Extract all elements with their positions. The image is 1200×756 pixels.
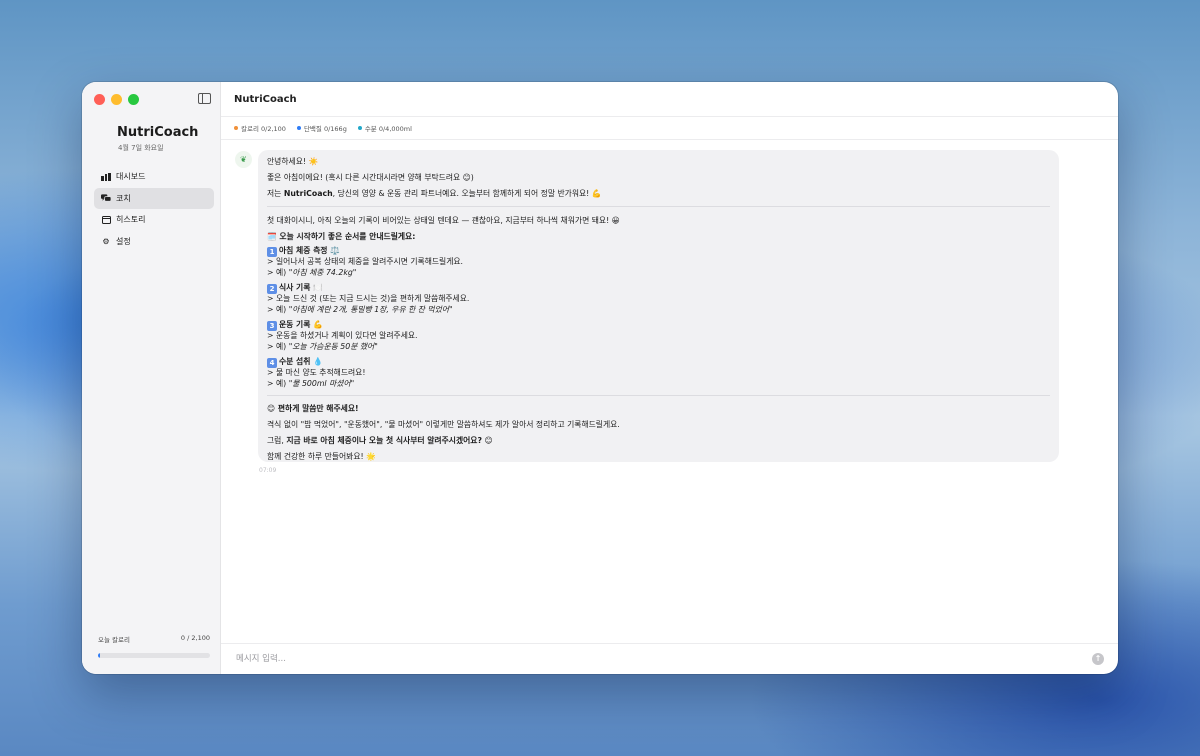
text-span: 저는 — [267, 189, 284, 198]
step-number-badge: 3 — [267, 321, 277, 331]
zoom-window-button[interactable] — [128, 94, 139, 105]
text-span: > 예) — [267, 267, 289, 277]
main-panel: NutriCoach 칼로리 0/2,100 단백질 0/166g 수분 0/4… — [221, 82, 1118, 674]
message-greeting: 안녕하세요! ☀️ — [267, 157, 319, 166]
message-composer: ↑ — [221, 643, 1118, 674]
text-span: > 예) — [267, 341, 289, 351]
step-example-text: "오늘 가슴운동 50분 했어" — [288, 341, 378, 351]
text-span: > 예) — [267, 378, 289, 388]
step-number-badge: 2 — [267, 284, 277, 294]
step-example: > 예) "물 500ml 마셨어" — [267, 379, 1050, 390]
step-title: 3 운동 기록 💪 — [267, 320, 1050, 331]
chat-bubbles-icon — [101, 193, 111, 203]
calorie-progress-bar — [98, 653, 210, 658]
window-controls — [94, 94, 139, 105]
stat-label: 수분 0/4,000ml — [364, 125, 412, 133]
minimize-window-button[interactable] — [111, 94, 122, 105]
calorie-summary-value: 0 / 2,100 — [180, 634, 210, 642]
sidebar-item-coach[interactable]: 코치 — [94, 187, 214, 209]
step-number-badge: 1 — [267, 247, 277, 257]
tip-body: 격식 없이 "밥 먹었어", "운동했어", "물 마셨어" 이렇게만 말씀하셔… — [267, 420, 620, 429]
status-dot — [357, 126, 362, 130]
page-title: NutriCoach — [221, 82, 1118, 117]
step-item: 1 아침 체중 측정 ⚖️ > 일어나서 공복 상태의 체중을 알려주시면 기록해… — [267, 246, 1050, 278]
sidebar-item-label: 대시보드 — [116, 172, 146, 181]
stat-protein: 단백질 0/166g — [296, 123, 347, 133]
step-title-text: 식사 기록 🍽️ — [279, 283, 323, 292]
call-to-action: 그럼, 지금 바로 아침 체중이나 오늘 첫 식사부터 알려주시겠어요? 😊 — [267, 433, 1050, 449]
step-example-text: "아침 체중 74.2kg" — [288, 267, 357, 277]
calorie-summary: 오늘 칼로리 0 / 2,100 — [98, 634, 210, 644]
sidebar-item-label: 히스토리 — [116, 215, 146, 224]
tip-heading: 😊 편하게 말씀만 해주세요! — [267, 404, 359, 413]
step-desc: > 오늘 드신 것 (또는 지금 드시는 것)을 편하게 말씀해주세요. — [267, 294, 470, 303]
step-example-text: "물 500ml 마셨어" — [288, 378, 355, 388]
divider — [267, 206, 1050, 207]
step-example: > 예) "아침 체중 74.2kg" — [267, 268, 1050, 279]
stat-label: 칼로리 0/2,100 — [241, 125, 286, 133]
message-timestamp: 07:09 — [259, 467, 277, 474]
app-window: NutriCoach 4월 7일 화요일 대시보드 코치 히스토리 ⚙ 설정 오… — [82, 82, 1118, 674]
step-desc: > 일어나서 공복 상태의 체중을 알려주시면 기록해드릴게요. — [267, 257, 464, 266]
step-example-text: "아침에 계란 2개, 통밀빵 1장, 우유 한 잔 먹었어" — [288, 304, 453, 314]
text-span: 😊 — [482, 436, 493, 445]
step-desc: > 물 마신 양도 추적해드려요! — [267, 368, 366, 377]
text-span: 그럼, — [267, 436, 287, 445]
calorie-progress-fill — [98, 653, 101, 658]
step-example: > 예) "아침에 계란 2개, 통밀빵 1장, 우유 한 잔 먹었어" — [267, 305, 1050, 316]
app-title: NutriCoach — [117, 125, 199, 140]
close-window-button[interactable] — [94, 94, 105, 105]
step-desc: > 운동을 하셨거나 계획이 있다면 알려주세요. — [267, 331, 418, 340]
sidebar-nav: 대시보드 코치 히스토리 ⚙ 설정 — [94, 166, 214, 252]
sidebar-item-label: 설정 — [116, 236, 131, 246]
step-title-text: 아침 체중 측정 ⚖️ — [279, 246, 340, 255]
chat-area[interactable]: ❦ 안녕하세요! ☀️ 좋은 아침이에요! (혹시 다른 시간대시라면 양해 부… — [221, 139, 1118, 644]
sidebar-toggle-icon[interactable] — [198, 93, 211, 104]
brand-name: NutriCoach — [283, 189, 333, 198]
message-intro: 저는 NutriCoach, 당신의 영양 & 운동 관리 파트너예요. 오늘부… — [267, 186, 1050, 202]
sidebar-item-dashboard[interactable]: 대시보드 — [94, 166, 214, 187]
leaf-icon: ❦ — [240, 155, 247, 164]
closing-line: 함께 건강한 하루 만들어봐요! 🌟 — [267, 452, 376, 461]
stat-calories: 칼로리 0/2,100 — [234, 123, 286, 133]
sidebar: NutriCoach 4월 7일 화요일 대시보드 코치 히스토리 ⚙ 설정 오… — [82, 82, 221, 674]
sidebar-item-settings[interactable]: ⚙ 설정 — [94, 231, 214, 252]
step-item: 3 운동 기록 💪 > 운동을 하셨거나 계획이 있다면 알려주세요. > 예) … — [267, 320, 1050, 352]
stat-water: 수분 0/4,000ml — [357, 123, 412, 133]
text-span: , 당신의 영양 & 운동 관리 파트너예요. 오늘부터 함께하게 되어 정말 … — [332, 189, 602, 198]
step-example: > 예) "오늘 가슴운동 50분 했어" — [267, 342, 1050, 353]
current-date: 4월 7일 화요일 — [118, 144, 164, 152]
message-intro: 좋은 아침이에요! (혹시 다른 시간대시라면 양해 부탁드려요 😊) — [267, 173, 474, 182]
sidebar-item-history[interactable]: 히스토리 — [94, 209, 214, 230]
step-title: 4 수분 섭취 💧 — [267, 357, 1050, 368]
bar-chart-icon — [101, 172, 111, 182]
message-input[interactable] — [234, 653, 1078, 665]
stat-label: 단백질 0/166g — [303, 125, 347, 133]
calorie-summary-label: 오늘 칼로리 — [98, 636, 130, 644]
calendar-icon — [101, 215, 111, 225]
text-span: > 예) — [267, 304, 289, 314]
send-button[interactable]: ↑ — [1092, 653, 1104, 665]
message-empty-note: 첫 대화이시니, 아직 오늘의 기록이 비어있는 상태일 텐데요 — 괜찮아요,… — [267, 216, 620, 225]
send-arrow-icon: ↑ — [1094, 654, 1102, 663]
assistant-message: 안녕하세요! ☀️ 좋은 아침이에요! (혹시 다른 시간대시라면 양해 부탁드… — [258, 150, 1059, 462]
status-dot — [296, 126, 301, 130]
gear-icon: ⚙ — [102, 236, 110, 246]
step-number-badge: 4 — [267, 358, 277, 368]
step-title: 2 식사 기록 🍽️ — [267, 283, 1050, 294]
cta-bold-text: 지금 바로 아침 체중이나 오늘 첫 식사부터 알려주시겠어요? — [286, 436, 482, 445]
divider — [267, 395, 1050, 396]
sidebar-item-label: 코치 — [116, 193, 131, 203]
step-title-text: 수분 섭취 💧 — [279, 357, 323, 366]
status-dot — [234, 126, 238, 130]
step-title: 1 아침 체중 측정 ⚖️ — [267, 246, 1050, 257]
steps-heading: 🗓️ 오늘 시작하기 좋은 순서를 안내드릴게요: — [267, 232, 416, 241]
step-item: 2 식사 기록 🍽️ > 오늘 드신 것 (또는 지금 드시는 것)을 편하게 말… — [267, 283, 1050, 315]
step-item: 4 수분 섭취 💧 > 물 마신 양도 추적해드려요! > 예) "물 500ml… — [267, 357, 1050, 389]
stats-bar: 칼로리 0/2,100 단백질 0/166g 수분 0/4,000ml — [221, 117, 1118, 140]
step-title-text: 운동 기록 💪 — [279, 320, 323, 329]
coach-avatar: ❦ — [235, 151, 252, 168]
